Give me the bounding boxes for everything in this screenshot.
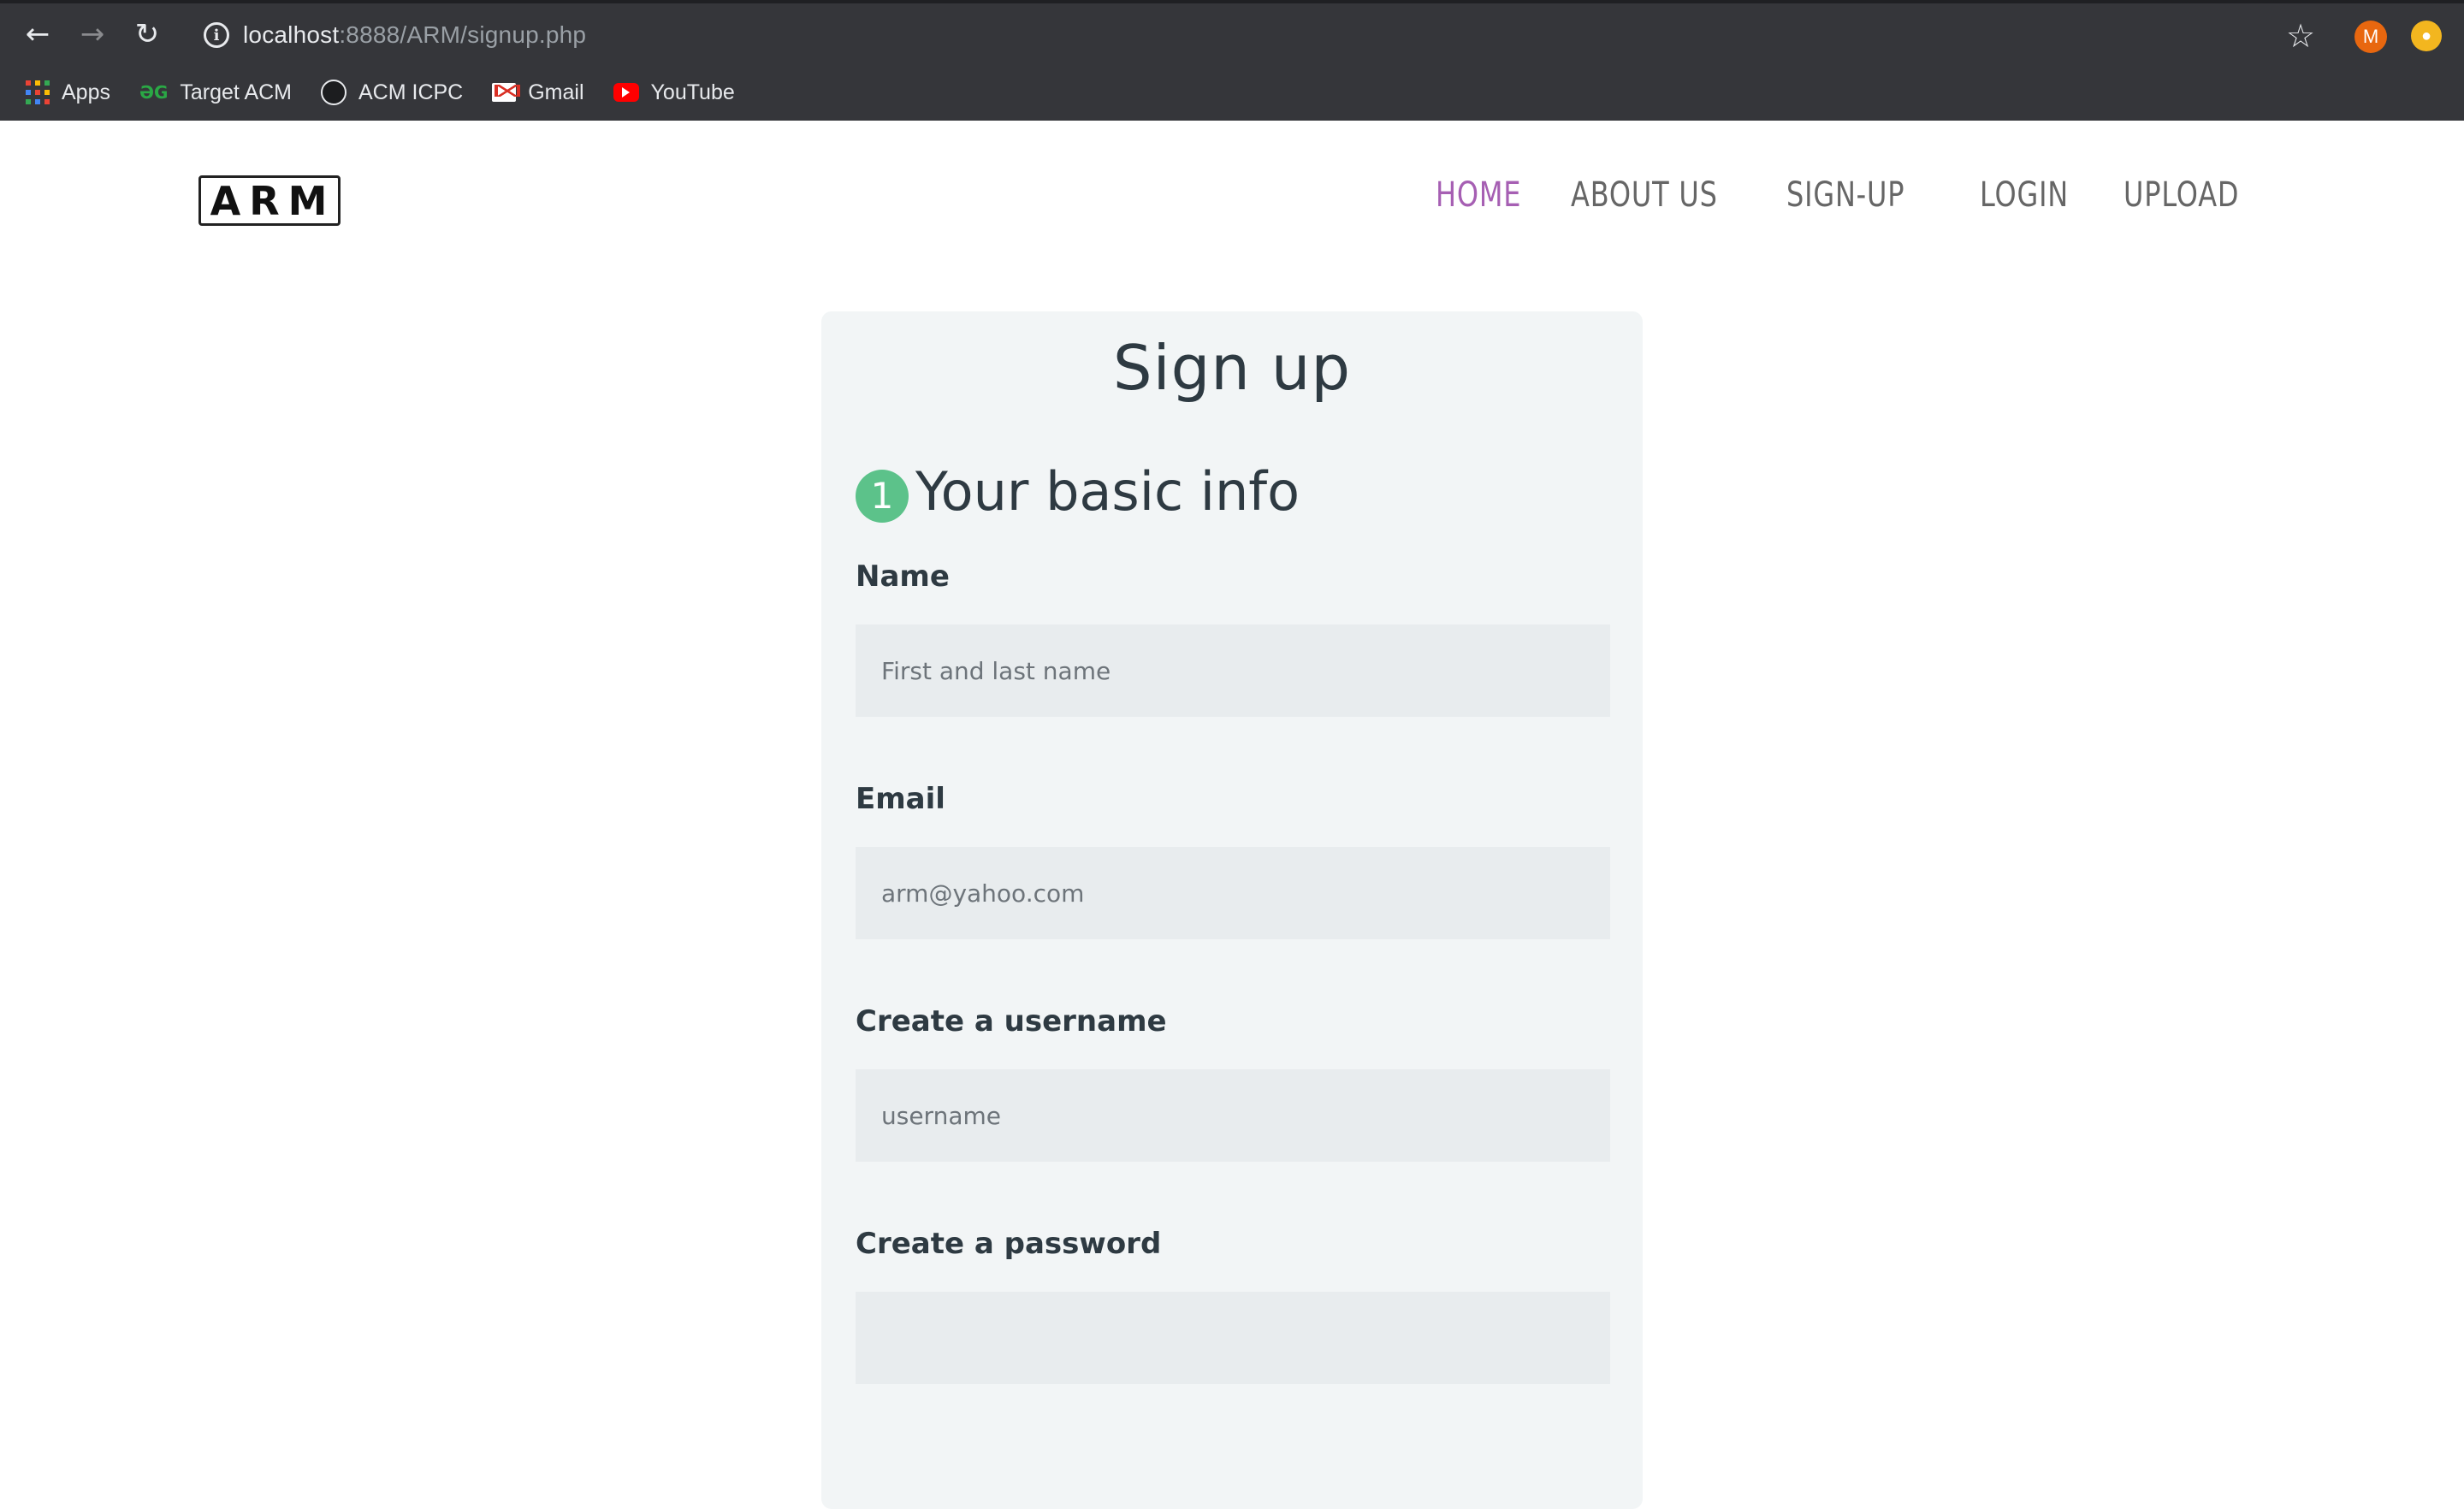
address-bar[interactable]: i localhost:8888/ARM/signup.php <box>188 14 2267 56</box>
email-input[interactable] <box>856 847 1610 939</box>
geeksforgeeks-icon: ƏG <box>139 82 169 103</box>
url-text[interactable]: localhost:8888/ARM/signup.php <box>243 21 586 49</box>
bookmark-star-icon[interactable]: ☆ <box>2286 17 2315 55</box>
url-path: :8888/ARM/signup.php <box>339 21 587 48</box>
browser-toolbar: ← → ↻ i localhost:8888/ARM/signup.php ☆ … <box>0 3 2464 65</box>
step-number-badge: 1 <box>856 469 909 523</box>
signup-title: Sign up <box>1112 332 1352 404</box>
bookmark-label: Apps <box>62 80 110 104</box>
nav-about-us[interactable]: ABOUT US <box>1571 175 1718 215</box>
site-info-icon[interactable]: i <box>204 22 229 48</box>
username-label: Create a username <box>856 1004 1167 1039</box>
username-input[interactable] <box>856 1069 1610 1162</box>
site-logo[interactable]: ARM <box>198 175 341 226</box>
name-input[interactable] <box>856 624 1610 717</box>
bookmark-target-acm[interactable]: ƏG Target ACM <box>139 80 292 105</box>
password-input[interactable] <box>856 1292 1610 1384</box>
nav-upload[interactable]: UPLOAD <box>2123 175 2239 215</box>
bookmark-apps[interactable]: Apps <box>26 80 110 105</box>
bookmark-youtube[interactable]: YouTube <box>613 80 735 105</box>
url-host: localhost <box>243 21 340 48</box>
step-header: 1 Your basic info <box>856 460 1300 523</box>
email-label: Email <box>856 782 945 816</box>
youtube-icon <box>613 83 639 102</box>
signup-card: Sign up 1 Your basic info Name Email Cre… <box>821 311 1643 1509</box>
gmail-icon <box>492 83 521 102</box>
bookmark-label: YouTube <box>650 80 735 104</box>
password-label: Create a password <box>856 1227 1162 1261</box>
reload-icon[interactable]: ↻ <box>128 15 166 53</box>
apps-grid-icon <box>26 80 50 104</box>
nav-sign-up[interactable]: SIGN-UP <box>1786 175 1904 215</box>
nav-login[interactable]: LOGIN <box>1980 175 2069 215</box>
forward-icon[interactable]: → <box>74 15 111 53</box>
bookmark-label: Gmail <box>528 80 584 104</box>
back-icon[interactable]: ← <box>19 15 56 53</box>
browser-chrome: ← → ↻ i localhost:8888/ARM/signup.php ☆ … <box>0 0 2464 121</box>
bookmark-label: Target ACM <box>180 80 292 104</box>
bookmark-label: ACM ICPC <box>358 80 464 104</box>
github-icon <box>321 80 346 105</box>
bookmark-gmail[interactable]: Gmail <box>492 80 584 105</box>
step-title: Your basic info <box>915 460 1300 523</box>
nav-home[interactable]: HOME <box>1436 175 1521 215</box>
bookmark-acm-icpc[interactable]: ACM ICPC <box>321 80 463 105</box>
name-label: Name <box>856 559 950 594</box>
profile-avatar[interactable]: M <box>2354 21 2387 53</box>
page: ARM HOME ABOUT US SIGN-UP LOGIN UPLOAD S… <box>0 121 2464 1509</box>
extension-icon[interactable]: ● <box>2411 21 2442 51</box>
bookmarks-bar: Apps ƏG Target ACM ACM ICPC Gmail YouTub… <box>0 68 2464 116</box>
